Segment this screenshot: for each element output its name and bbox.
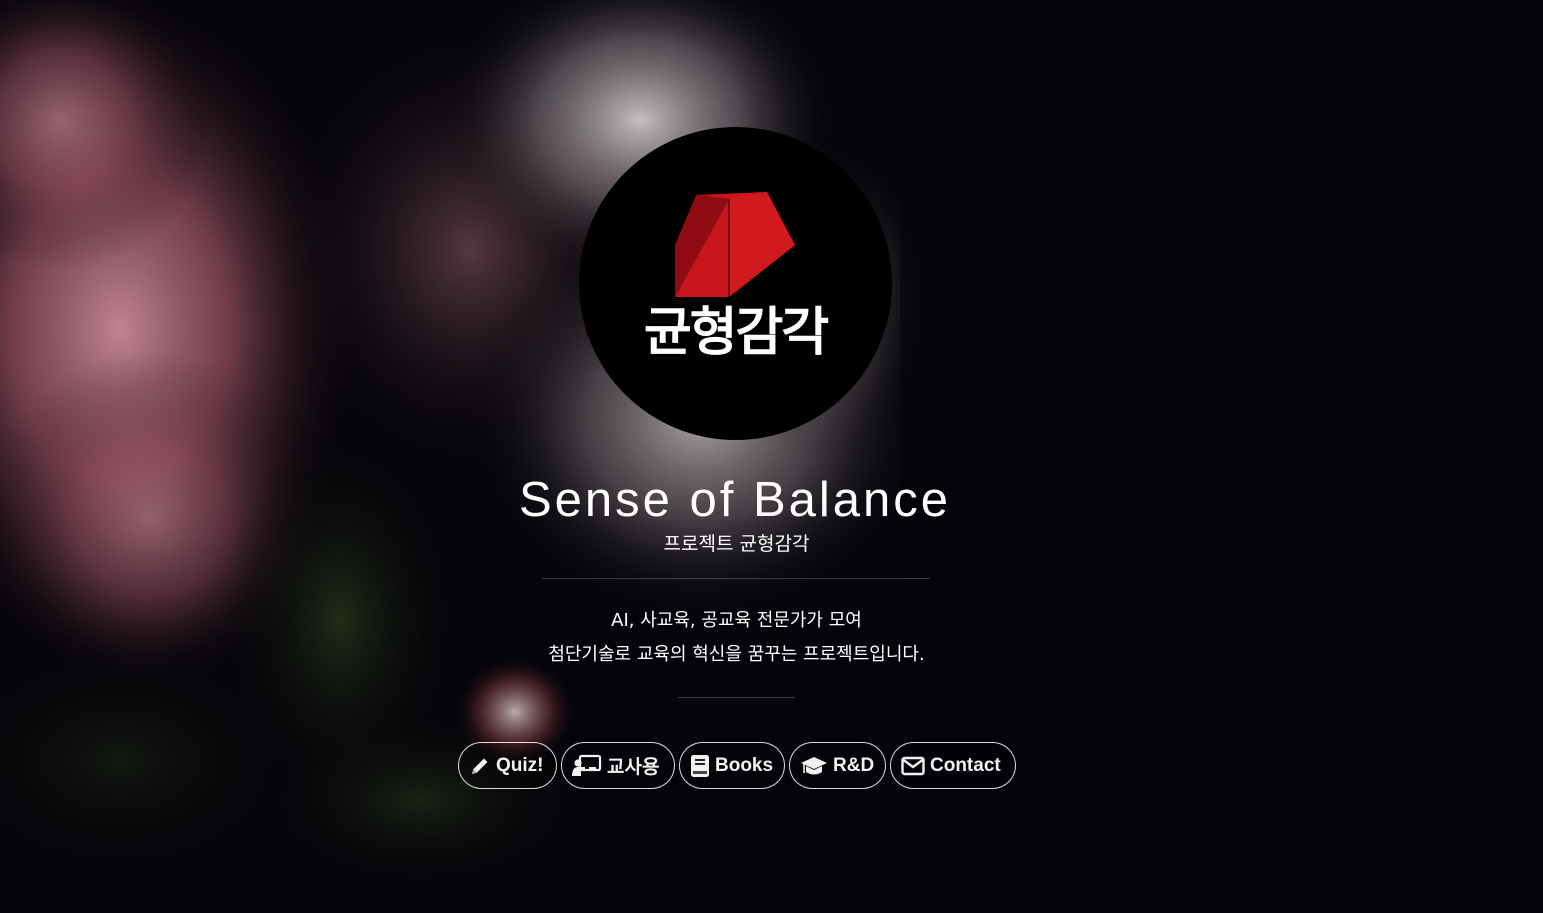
book-icon bbox=[690, 754, 710, 778]
teacher-button[interactable]: 교사용 bbox=[561, 742, 675, 789]
contact-button-label: Contact bbox=[930, 754, 1001, 776]
quiz-button[interactable]: Quiz! bbox=[458, 742, 557, 789]
pencil-icon bbox=[469, 755, 491, 777]
nav-buttons: Quiz! 교사용 Books R&D Contact bbox=[458, 742, 1016, 789]
teacher-button-label: 교사용 bbox=[607, 757, 660, 778]
hero-page: 균형감각 Sense of Balance 프로젝트 균형감각 AI, 사교육,… bbox=[0, 0, 1543, 913]
description-line-1: AI, 사교육, 공교육 전문가가 모여 bbox=[611, 610, 862, 631]
divider bbox=[678, 697, 795, 698]
brand-logo: 균형감각 bbox=[579, 127, 892, 440]
rnd-button[interactable]: R&D bbox=[789, 742, 886, 789]
books-button-label: Books bbox=[715, 754, 774, 776]
divider bbox=[542, 578, 930, 579]
quiz-button-label: Quiz! bbox=[496, 754, 544, 776]
contact-button[interactable]: Contact bbox=[890, 742, 1016, 789]
rnd-button-label: R&D bbox=[833, 754, 875, 776]
books-button[interactable]: Books bbox=[679, 742, 785, 789]
project-description: AI, 사교육, 공교육 전문가가 모여 첨단기술로 교육의 혁신을 꿈꾸는 프… bbox=[0, 604, 1473, 672]
graduation-cap-icon bbox=[800, 755, 828, 777]
logo-wordmark: 균형감각 bbox=[643, 303, 829, 363]
roof-icon bbox=[675, 192, 795, 297]
page-title: Sense of Balance bbox=[518, 473, 952, 527]
chalkboard-teacher-icon bbox=[572, 754, 602, 778]
envelope-icon bbox=[901, 756, 925, 776]
description-line-2: 첨단기술로 교육의 혁신을 꿈꾸는 프로젝트입니다. bbox=[548, 644, 925, 665]
page-subtitle: 프로젝트 균형감각 bbox=[663, 533, 810, 555]
